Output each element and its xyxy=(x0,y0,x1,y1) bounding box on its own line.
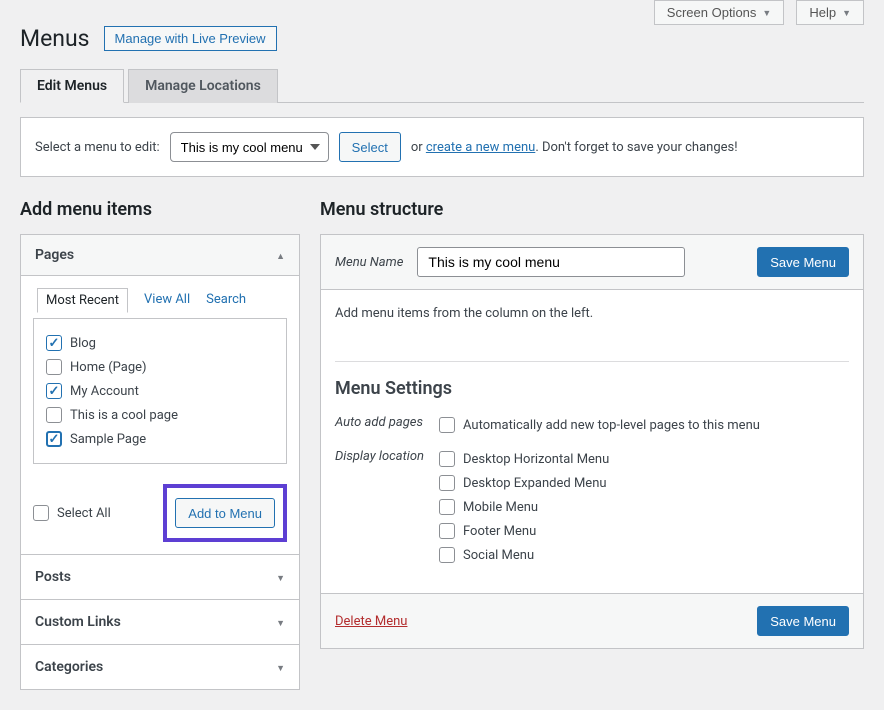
tab-view-all[interactable]: View All xyxy=(144,288,190,313)
page-item-home: Home (Page) xyxy=(46,355,274,379)
triangle-down-icon xyxy=(276,569,285,585)
or-text: or xyxy=(411,140,423,155)
checkbox-select-all[interactable] xyxy=(33,505,49,521)
page-item-cool-page: This is a cool page xyxy=(46,403,274,427)
accordion-posts-header[interactable]: Posts xyxy=(21,554,299,599)
checkbox-blog[interactable] xyxy=(46,335,62,351)
checkbox-my-account[interactable] xyxy=(46,383,62,399)
checkbox-sample-page[interactable] xyxy=(46,431,62,447)
page-item-my-account: My Account xyxy=(46,379,274,403)
tab-most-recent[interactable]: Most Recent xyxy=(37,288,128,313)
menu-body-text: Add menu items from the column on the le… xyxy=(335,306,849,321)
page-label: My Account xyxy=(70,384,139,399)
add-to-menu-button[interactable]: Add to Menu xyxy=(175,498,275,528)
delete-menu-link[interactable]: Delete Menu xyxy=(335,614,407,629)
menu-select[interactable]: This is my cool menu xyxy=(170,132,329,162)
accordion-categories-header[interactable]: Categories xyxy=(21,644,299,689)
page-item-blog: Blog xyxy=(46,331,274,355)
location-option: Mobile Menu xyxy=(463,500,538,515)
tab-manage-locations[interactable]: Manage Locations xyxy=(128,69,278,103)
triangle-down-icon: ▼ xyxy=(762,8,771,18)
nav-tabs: Edit Menus Manage Locations xyxy=(20,68,864,103)
page-label: Sample Page xyxy=(70,432,146,447)
checkbox-desktop-horizontal[interactable] xyxy=(439,451,455,467)
display-location-label: Display location xyxy=(335,447,439,567)
menu-name-label: Menu Name xyxy=(335,255,403,270)
add-to-menu-highlight: Add to Menu xyxy=(163,484,287,542)
location-option: Desktop Horizontal Menu xyxy=(463,452,609,467)
help-button[interactable]: Help ▼ xyxy=(796,0,864,25)
auto-add-label: Auto add pages xyxy=(335,413,439,437)
menu-settings-heading: Menu Settings xyxy=(335,378,849,399)
location-option: Footer Menu xyxy=(463,524,536,539)
accordion-custom-links-header[interactable]: Custom Links xyxy=(21,599,299,644)
banner-suffix: . Don't forget to save your changes! xyxy=(535,140,737,155)
page-label: Home (Page) xyxy=(70,360,147,375)
location-option: Desktop Expanded Menu xyxy=(463,476,607,491)
page-label: This is a cool page xyxy=(70,408,178,423)
page-label: Blog xyxy=(70,336,96,351)
location-option: Social Menu xyxy=(463,548,534,563)
select-all-label: Select All xyxy=(57,506,111,521)
checkbox-home[interactable] xyxy=(46,359,62,375)
triangle-down-icon: ▼ xyxy=(842,8,851,18)
save-menu-button-top[interactable]: Save Menu xyxy=(757,247,849,277)
screen-options-button[interactable]: Screen Options ▼ xyxy=(654,0,785,25)
select-menu-banner: Select a menu to edit: This is my cool m… xyxy=(20,117,864,177)
auto-add-option: Automatically add new top-level pages to… xyxy=(463,418,760,433)
menu-structure-heading: Menu structure xyxy=(320,199,864,220)
checkbox-cool-page[interactable] xyxy=(46,407,62,423)
checkbox-desktop-expanded[interactable] xyxy=(439,475,455,491)
save-menu-button-bottom[interactable]: Save Menu xyxy=(757,606,849,636)
add-menu-items-heading: Add menu items xyxy=(20,199,300,220)
checkbox-footer[interactable] xyxy=(439,523,455,539)
page-item-sample-page: Sample Page xyxy=(46,427,274,451)
select-button[interactable]: Select xyxy=(339,132,401,162)
tab-edit-menus[interactable]: Edit Menus xyxy=(20,69,124,103)
tab-search[interactable]: Search xyxy=(206,288,246,313)
manage-live-preview-button[interactable]: Manage with Live Preview xyxy=(104,26,277,51)
checkbox-mobile[interactable] xyxy=(439,499,455,515)
page-title: Menus xyxy=(20,25,90,52)
create-new-menu-link[interactable]: create a new menu xyxy=(426,140,535,155)
checkbox-auto-add[interactable] xyxy=(439,417,455,433)
menu-name-input[interactable] xyxy=(417,247,685,277)
accordion-pages-header[interactable]: Pages xyxy=(21,235,299,276)
triangle-down-icon xyxy=(276,659,285,675)
triangle-up-icon xyxy=(276,247,285,263)
checkbox-social[interactable] xyxy=(439,547,455,563)
select-menu-label: Select a menu to edit: xyxy=(35,140,160,155)
triangle-down-icon xyxy=(276,614,285,630)
